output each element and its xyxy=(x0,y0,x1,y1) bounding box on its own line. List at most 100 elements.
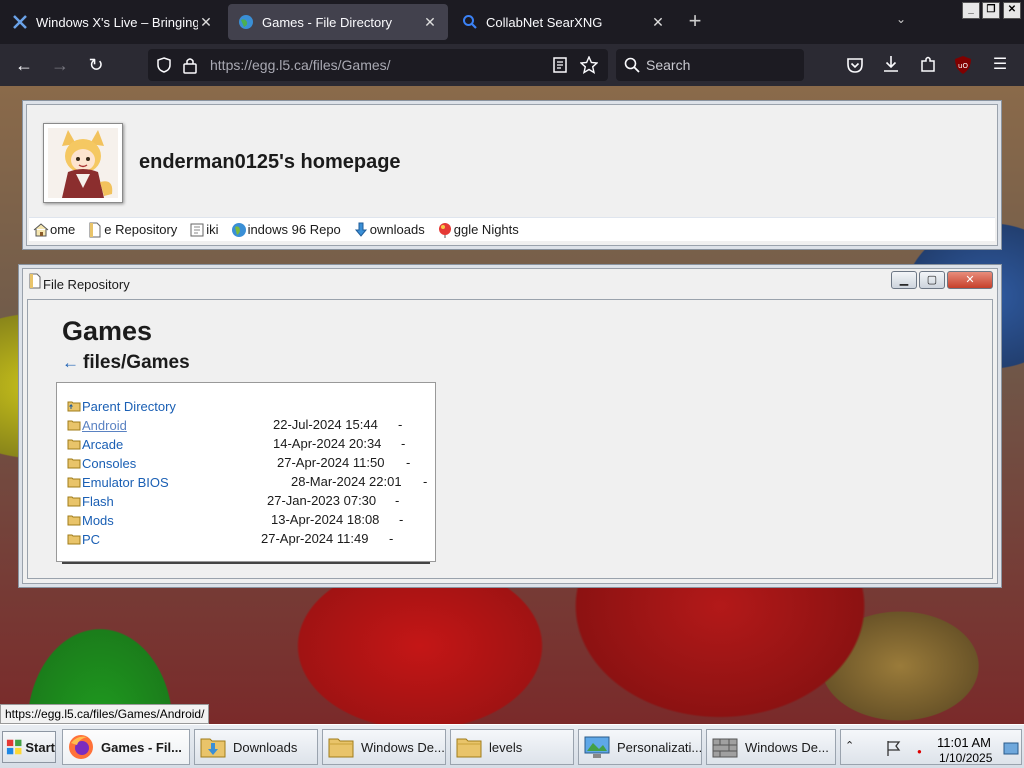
taskbar-button[interactable]: Windows De... xyxy=(706,729,836,765)
taskbar-button[interactable]: Games - Fil... xyxy=(62,729,190,765)
entry-size: - xyxy=(389,531,394,546)
directory-entry-link[interactable]: Mods xyxy=(67,511,114,529)
search-icon xyxy=(463,15,477,29)
clock-date[interactable]: 1/10/2025 xyxy=(939,751,992,765)
home-icon xyxy=(33,222,49,236)
ublock-origin-icon[interactable]: uO xyxy=(954,55,972,75)
directory-entry-link[interactable]: Consoles xyxy=(67,454,136,472)
bookmark-star-icon[interactable] xyxy=(580,56,598,74)
folder-icon xyxy=(456,738,482,758)
hamburger-menu-icon[interactable]: ☰ xyxy=(988,53,1012,77)
tab-games-file-directory[interactable]: Games - File Directory ✕ xyxy=(228,4,448,40)
minimize-button[interactable]: ▁ xyxy=(891,271,917,289)
maximize-button[interactable]: ▢ xyxy=(919,271,945,289)
directory-entry-link[interactable]: Android xyxy=(67,416,127,434)
clock-time[interactable]: 11:01 AM xyxy=(937,735,991,750)
show-desktop-icon[interactable] xyxy=(1003,742,1019,756)
entry-name: Mods xyxy=(82,512,114,528)
show-hidden-icons-chevron-icon[interactable]: ⌃ xyxy=(845,739,854,752)
tab-title: Windows X's Live – Bringing tha xyxy=(36,14,198,30)
nav-wiki-link[interactable]: iki xyxy=(189,222,219,238)
minimize-window-button[interactable]: _ xyxy=(962,2,980,19)
tab-windows-x-live[interactable]: Windows X's Live – Bringing tha ✕ xyxy=(2,4,224,40)
search-bar[interactable]: Search xyxy=(616,49,804,81)
network-error-icon[interactable]: ● xyxy=(917,747,922,756)
nav-windows-96-repo-link[interactable]: indows 96 Repo xyxy=(231,222,341,238)
close-window-button[interactable]: ✕ xyxy=(1003,2,1021,19)
nav-home-link[interactable]: ome xyxy=(33,222,75,238)
taskbar-button[interactable]: Downloads xyxy=(194,729,318,765)
extensions-puzzle-icon[interactable] xyxy=(919,55,937,73)
tab-title: Games - File Directory xyxy=(262,14,393,30)
entry-size: - xyxy=(395,493,400,508)
folder-icon xyxy=(67,458,81,469)
taskbar-button-label: Games - Fil... xyxy=(101,739,182,755)
entry-modified-date: 27-Apr-2024 11:50 xyxy=(277,455,385,470)
taskbar-button[interactable]: Personalizati... xyxy=(578,729,702,765)
forward-arrow-icon[interactable]: → xyxy=(48,53,72,77)
nav-file-repository-link[interactable]: e Repository xyxy=(87,222,177,238)
folder-icon xyxy=(67,477,81,488)
entry-modified-date: 22-Jul-2024 15:44 xyxy=(273,417,378,432)
file-icon xyxy=(89,222,101,237)
directory-entry-link[interactable]: PC xyxy=(67,530,100,548)
close-tab-icon[interactable]: ✕ xyxy=(422,14,438,31)
directory-entry-link[interactable]: Emulator BIOS xyxy=(67,473,169,491)
nav-giggle-nights-link[interactable]: ggle Nights xyxy=(437,222,519,238)
tab-collabnet-searxng[interactable]: CollabNet SearXNG ✕ xyxy=(452,4,676,40)
nav-file-repository-label: e Repository xyxy=(104,222,178,237)
taskbar-button-label: Windows De... xyxy=(745,739,829,755)
folder-icon xyxy=(328,738,354,758)
url-text[interactable]: https://egg.l5.ca/files/Games/ xyxy=(210,57,391,73)
taskbar-button[interactable]: Windows De... xyxy=(322,729,446,765)
close-tab-icon[interactable]: ✕ xyxy=(198,14,214,31)
nav-downloads-label: ownloads xyxy=(369,222,425,237)
new-tab-button[interactable]: + xyxy=(684,10,706,34)
window-titlebar[interactable]: File Repository ▁ ▢ ✕ xyxy=(23,269,997,297)
list-all-tabs-chevron-icon[interactable]: ⌄ xyxy=(890,12,912,32)
nav-downloads-link[interactable]: ownloads xyxy=(353,222,425,238)
display-settings-icon xyxy=(584,736,610,758)
globe-icon xyxy=(231,222,246,237)
browser-navigation-bar: ← → ↻ https://egg.l5.ca/files/Games/ Sea… xyxy=(0,44,1024,86)
wiki-book-icon xyxy=(190,223,204,236)
taskbar-button-label: levels xyxy=(489,739,523,755)
entry-name: Emulator BIOS xyxy=(82,474,169,490)
reload-icon[interactable]: ↻ xyxy=(84,53,108,77)
start-button[interactable]: Start xyxy=(2,731,56,763)
entry-modified-date: 27-Jan-2023 07:30 xyxy=(267,493,377,508)
pocket-icon[interactable] xyxy=(846,56,864,74)
back-arrow-icon[interactable]: ← xyxy=(12,53,36,77)
back-link[interactable]: ← xyxy=(62,353,79,372)
site-header-panel: enderman0125's homepage ome e Repository… xyxy=(26,104,998,246)
parent-directory-link[interactable]: Parent Directory xyxy=(67,397,176,415)
folder-icon xyxy=(67,439,81,450)
firewall-icon xyxy=(712,738,738,758)
restore-window-button[interactable]: ❐ xyxy=(982,2,1000,19)
address-bar[interactable]: https://egg.l5.ca/files/Games/ xyxy=(148,49,608,81)
reader-view-icon[interactable] xyxy=(553,57,567,73)
download-arrow-icon xyxy=(354,222,367,237)
entry-size: - xyxy=(399,512,404,527)
taskbar-button-label: Personalizati... xyxy=(617,739,702,755)
close-tab-icon[interactable]: ✕ xyxy=(650,14,666,31)
lock-icon[interactable] xyxy=(182,56,198,74)
folder-icon xyxy=(67,420,81,431)
directory-entry-link[interactable]: Flash xyxy=(67,492,114,510)
link-status-tooltip: https://egg.l5.ca/files/Games/Android/ xyxy=(0,704,210,724)
entry-name: Arcade xyxy=(82,436,124,452)
window-content: Games ← files/Games Parent Directory Andr… xyxy=(27,299,993,579)
action-center-flag-icon[interactable] xyxy=(885,739,903,757)
path-text: files/Games xyxy=(83,352,190,373)
parent-folder-icon xyxy=(67,401,81,412)
downloads-icon[interactable] xyxy=(882,55,900,73)
windows-logo-icon xyxy=(6,739,22,755)
taskbar-button[interactable]: levels xyxy=(450,729,574,765)
shield-icon[interactable] xyxy=(156,57,172,73)
entry-modified-date: 27-Apr-2024 11:49 xyxy=(261,531,369,546)
folder-icon xyxy=(67,496,81,507)
taskbar-button-label: Downloads xyxy=(233,739,298,755)
entry-modified-date: 14-Apr-2024 20:34 xyxy=(273,436,382,451)
directory-entry-link[interactable]: Arcade xyxy=(67,435,123,453)
close-button[interactable]: ✕ xyxy=(947,271,993,289)
